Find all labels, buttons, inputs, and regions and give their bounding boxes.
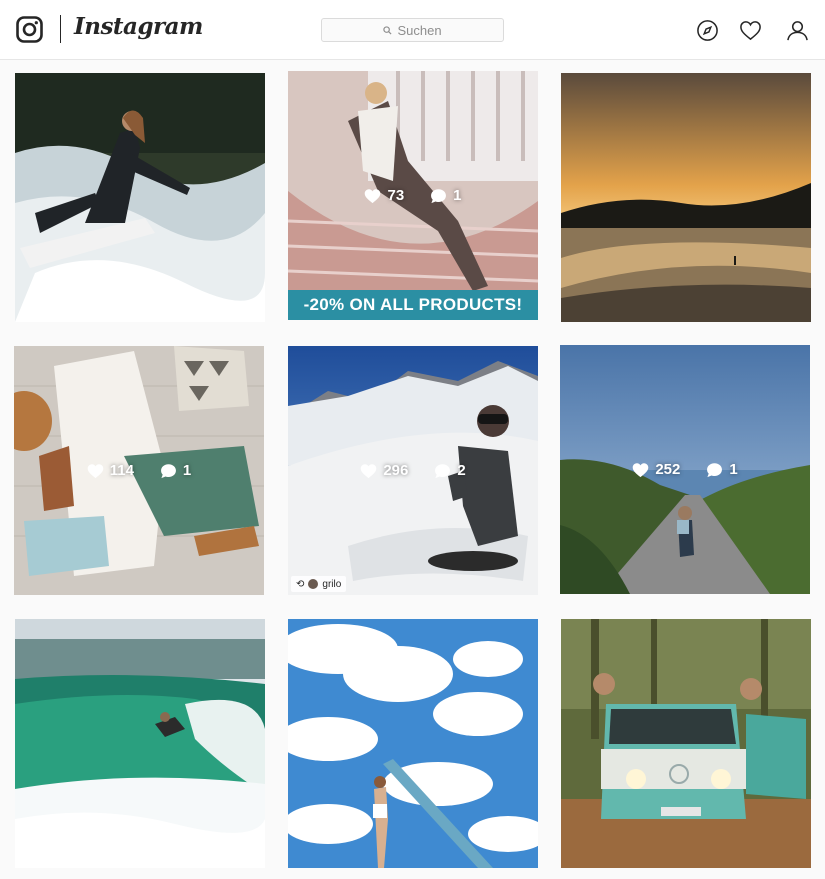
post-tile-wave-surfer[interactable] [15,619,265,868]
post-image [15,73,265,322]
comment-filled-icon [707,462,723,477]
instagram-wordmark[interactable]: Instagram [74,13,203,40]
post-tile-snowboarder[interactable]: 296 2 ⟲ grilo [288,346,538,595]
comments-count: 1 [430,187,462,204]
compass-icon[interactable] [696,19,719,42]
post-image [561,73,811,322]
heart-filled-icon [365,188,381,203]
likes-count: 296 [360,462,408,479]
instagram-camera-icon[interactable] [16,16,43,43]
likes-count: 73 [364,187,404,204]
logo-divider [60,15,61,43]
post-tile-hammock-promo[interactable]: 73 1 -20% ON ALL PRODUCTS! [288,71,538,320]
comment-filled-icon [435,463,451,478]
post-tile-surf-river[interactable] [15,73,265,322]
comments-count: 1 [160,462,191,479]
repost-username: grilo [322,578,342,590]
repost-credit: ⟲ grilo [291,576,347,592]
post-image [15,619,265,868]
profile-icon[interactable] [786,19,809,42]
post-stats-overlay: 114 1 [14,346,264,595]
post-image [561,619,811,868]
post-tile-sunset-beach[interactable] [561,73,811,322]
comment-filled-icon [160,463,176,478]
post-tile-surfboard-sky[interactable] [288,619,538,868]
post-tile-flatlay[interactable]: 114 1 [14,346,264,595]
search-placeholder: Suchen [397,22,442,38]
post-tile-road-walker[interactable]: 252 1 [560,345,810,594]
comments-count: 2 [434,462,466,479]
post-stats-overlay: 252 1 [560,345,810,594]
heart-icon[interactable] [739,19,762,42]
promo-banner: -20% ON ALL PRODUCTS! [288,290,538,320]
post-stats-overlay: 73 1 [288,71,538,320]
likes-count: 114 [87,462,134,479]
search-icon [383,25,392,35]
post-image [288,619,538,868]
search-input[interactable]: Suchen [321,18,504,42]
post-stats-overlay: 296 2 [288,346,538,595]
comments-count: 1 [706,461,738,478]
top-nav-bar: Instagram Suchen [0,0,825,60]
post-tile-vw-bus[interactable] [561,619,811,868]
comment-filled-icon [431,188,447,203]
heart-filled-icon [87,463,104,478]
heart-filled-icon [633,462,649,477]
heart-filled-icon [361,463,377,478]
avatar [308,579,319,589]
likes-count: 252 [632,461,680,478]
repost-icon: ⟲ [296,578,305,590]
